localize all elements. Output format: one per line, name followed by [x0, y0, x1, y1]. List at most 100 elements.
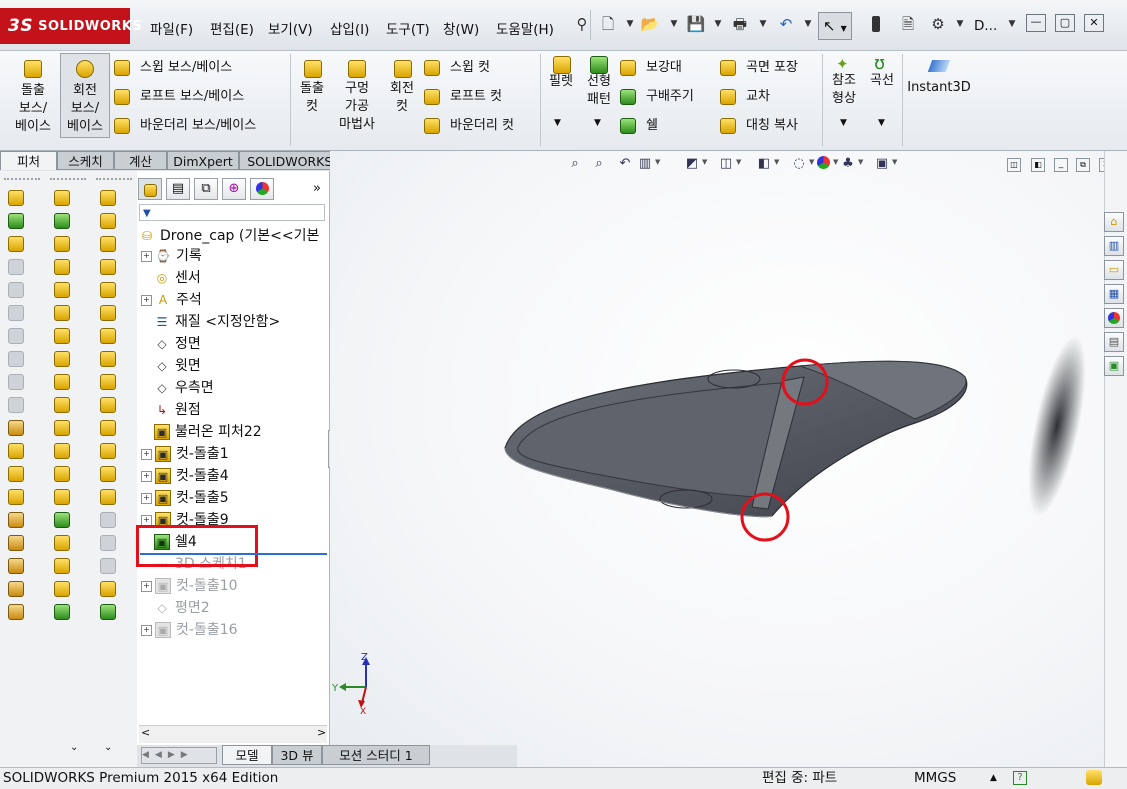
chevron-down-icon[interactable]: ▼: [655, 158, 660, 166]
command-icon[interactable]: [54, 558, 70, 574]
menu-item[interactable]: 편집(E): [210, 18, 254, 38]
property-manager-tab[interactable]: ▤: [166, 178, 190, 200]
command-icon[interactable]: [100, 305, 116, 321]
chevron-down-icon[interactable]: ▼: [702, 158, 707, 166]
command-icon[interactable]: [8, 236, 24, 252]
chevron-down-icon[interactable]: ▼: [833, 158, 838, 166]
intersect-button[interactable]: 교차: [720, 85, 770, 105]
command-icon[interactable]: [54, 282, 70, 298]
command-icon[interactable]: [54, 374, 70, 390]
command-icon[interactable]: [8, 535, 24, 551]
command-icon[interactable]: [54, 213, 70, 229]
menu-item[interactable]: 창(W): [443, 18, 479, 38]
loft-boss-button[interactable]: 로프트 보스/베이스: [114, 85, 244, 105]
tree-horizontal-scrollbar[interactable]: < >: [139, 725, 327, 743]
design-library-icon[interactable]: ▥: [1104, 236, 1124, 256]
display-style-icon[interactable]: ◧: [756, 156, 772, 172]
tree-item[interactable]: ↳ 원점: [141, 400, 201, 420]
menu-item[interactable]: 도구(T): [386, 18, 430, 38]
file-explorer-icon[interactable]: ▭: [1104, 260, 1124, 280]
rebuild-traffic-light-icon[interactable]: [866, 14, 886, 34]
command-icon[interactable]: [100, 581, 116, 597]
menu-item[interactable]: 삽입(I): [330, 18, 369, 38]
command-icon[interactable]: [100, 236, 116, 252]
undo-icon[interactable]: ↶: [776, 14, 796, 34]
expand-icon[interactable]: +: [141, 448, 152, 460]
view-split-button[interactable]: ◫: [1007, 158, 1021, 172]
tree-item[interactable]: ◇ 우측면: [141, 378, 213, 398]
chevron-down-icon[interactable]: ▼: [1002, 14, 1022, 34]
tree-item[interactable]: ◇ 정면: [141, 334, 200, 354]
display-manager-tab[interactable]: [250, 178, 274, 200]
boundary-boss-button[interactable]: 바운더리 보스/베이스: [114, 114, 256, 134]
section-view-icon[interactable]: ▥: [637, 156, 653, 172]
reference-geometry-button[interactable]: 참조 형상: [826, 72, 862, 108]
command-icon[interactable]: [54, 512, 70, 528]
wrap-button[interactable]: 곡면 포장: [720, 56, 798, 76]
command-icon[interactable]: [100, 489, 116, 505]
boss-extrude-button[interactable]: 돌출 보스/ 베이스: [8, 82, 58, 136]
view-orientation-icon[interactable]: ◫: [718, 156, 734, 172]
forum-icon[interactable]: ▣: [1104, 356, 1124, 376]
expand-icon[interactable]: +: [141, 624, 152, 636]
scroll-right-icon[interactable]: >: [317, 726, 326, 739]
boss-revolve-button[interactable]: 회전 보스/ 베이스: [60, 82, 110, 136]
zoom-to-fit-icon[interactable]: ⌕: [567, 156, 583, 172]
hole-wizard-button[interactable]: 구멍 가공 마법사: [332, 80, 382, 134]
chevron-down-icon[interactable]: ▼: [892, 158, 897, 166]
command-icon[interactable]: [8, 213, 24, 229]
loft-cut-button[interactable]: 로프트 컷: [424, 85, 502, 105]
tree-item[interactable]: ☰ 재질 <지정안함>: [141, 312, 281, 332]
command-icon[interactable]: [8, 581, 24, 597]
view-settings-icon[interactable]: ▣: [874, 156, 890, 172]
command-icon[interactable]: [8, 420, 24, 436]
shell-button[interactable]: 쉘: [620, 114, 658, 134]
instant3d-button[interactable]: Instant3D: [906, 79, 972, 97]
command-icon[interactable]: [8, 190, 24, 206]
command-icon[interactable]: [54, 535, 70, 551]
tab-scroll-arrows[interactable]: ◀◀▶▶: [141, 747, 217, 764]
command-icon[interactable]: [100, 604, 116, 620]
chevron-down-icon[interactable]: ▼: [950, 14, 970, 34]
sweep-cut-button[interactable]: 스윕 컷: [424, 56, 490, 76]
chevron-down-icon[interactable]: ▼: [809, 158, 814, 166]
command-icon[interactable]: [54, 190, 70, 206]
print-icon[interactable]: 🖶: [730, 14, 750, 34]
status-units[interactable]: MMGS: [914, 768, 956, 789]
tree-item[interactable]: + ▣ 컷-돌출5: [141, 488, 229, 508]
mirror-button[interactable]: 대칭 복사: [720, 114, 798, 134]
view-restore-button[interactable]: ⧉: [1076, 158, 1090, 172]
command-icon[interactable]: [100, 443, 116, 459]
select-cursor-icon[interactable]: ↖ ▼: [818, 12, 852, 40]
hide-show-icon[interactable]: ◌: [791, 156, 807, 172]
expand-icon[interactable]: +: [141, 492, 152, 504]
fillet-button[interactable]: 필렛: [544, 73, 578, 91]
cut-extrude-button[interactable]: 돌출 컷: [292, 80, 332, 116]
chevron-down-icon[interactable]: ▼: [840, 118, 847, 128]
tab-motion-study[interactable]: 모션 스터디 1: [322, 745, 430, 765]
expand-icon[interactable]: +: [141, 294, 152, 306]
solidworks-resources-icon[interactable]: ⌂: [1104, 212, 1124, 232]
tree-item[interactable]: ◎ 센서: [141, 268, 201, 288]
close-button[interactable]: ✕: [1084, 14, 1104, 32]
command-icon[interactable]: [100, 466, 116, 482]
rollback-bar[interactable]: [140, 553, 327, 555]
expand-tabs-icon[interactable]: »: [313, 181, 321, 196]
feature-tree-tab[interactable]: [138, 178, 162, 200]
command-icon[interactable]: [100, 282, 116, 298]
chevron-down-icon[interactable]: ▼: [664, 14, 684, 34]
chevron-down-icon[interactable]: ⌄: [70, 742, 78, 753]
command-icon[interactable]: [54, 305, 70, 321]
tab-sketch[interactable]: 스케치: [57, 151, 114, 170]
tree-root[interactable]: ⛁ Drone_cap (기본<<기본: [139, 226, 319, 246]
tree-item[interactable]: + ▣ 컷-돌출4: [141, 466, 229, 486]
appearances-icon[interactable]: [1104, 308, 1124, 328]
command-icon[interactable]: [54, 581, 70, 597]
cut-revolve-button[interactable]: 회전 컷: [382, 80, 422, 116]
menu-item[interactable]: 파일(F): [150, 18, 193, 38]
tree-item[interactable]: ◇ 평면2: [141, 598, 209, 618]
chevron-down-icon[interactable]: ▼: [708, 14, 728, 34]
command-icon[interactable]: [100, 420, 116, 436]
model-canvas[interactable]: Z Y X: [330, 151, 1105, 767]
command-icon[interactable]: [54, 236, 70, 252]
